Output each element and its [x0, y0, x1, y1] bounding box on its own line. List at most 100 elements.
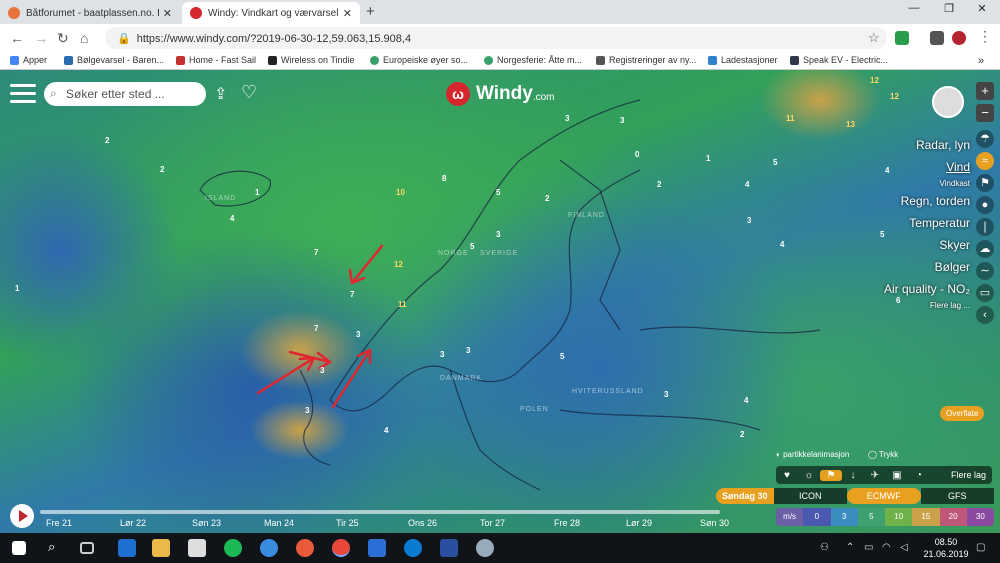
altitude-surface-badge[interactable]: Overflate: [940, 406, 985, 421]
tab-windy[interactable]: Windy: Vindkart og værvarsel ✕: [182, 2, 360, 24]
radar-icon[interactable]: ☂: [976, 130, 994, 148]
favorite-heart-icon[interactable]: ♥: [776, 470, 798, 481]
timeline-day[interactable]: Søn 23: [192, 518, 221, 528]
forward-icon[interactable]: →: [34, 30, 48, 46]
layer-radar[interactable]: Radar, lyn: [884, 134, 970, 156]
home-icon[interactable]: ⌂: [80, 30, 88, 46]
pressure-toggle[interactable]: ◯ Trykk: [868, 450, 898, 459]
cloud-icon[interactable]: ☁: [976, 240, 994, 258]
chrome-icon[interactable]: [332, 539, 350, 557]
volume-icon[interactable]: ◁: [900, 542, 908, 553]
bookmark-item[interactable]: Speak EV - Electric...: [790, 55, 888, 65]
zoom-in-button[interactable]: +: [976, 82, 994, 100]
temperature-icon[interactable]: ↓: [842, 470, 864, 481]
back-icon[interactable]: ←: [10, 30, 24, 46]
layer-temperature[interactable]: Temperatur: [884, 212, 970, 234]
people-icon[interactable]: ⚇: [820, 542, 829, 553]
wind-map[interactable]: ISLAND NORGE SVERIGE FINLAND POLEN HVITE…: [0, 70, 1000, 533]
particle-animation-toggle[interactable]: ◐ partikkelanimasjon: [776, 450, 849, 459]
new-tab-button[interactable]: +: [366, 3, 375, 20]
bookmark-item[interactable]: Bølgevarsel - Baren...: [64, 55, 164, 65]
timeline-day[interactable]: Ons 26: [408, 518, 437, 528]
battery-icon[interactable]: ▭: [864, 542, 873, 553]
zoom-out-button[interactable]: −: [976, 104, 994, 122]
rain-drop-icon[interactable]: ●: [976, 196, 994, 214]
timeline-day[interactable]: Fre 21: [46, 518, 72, 528]
car-icon[interactable]: ▭: [976, 284, 994, 302]
menu-hamburger-icon[interactable]: [10, 84, 36, 104]
docs-icon[interactable]: [368, 539, 386, 557]
url-field[interactable]: 🔒 https://www.windy.com/?2019-06-30-12,59…: [105, 27, 887, 49]
more-bookmarks-icon[interactable]: »: [978, 55, 984, 67]
wind-speed-legend[interactable]: m/s 0 3 5 10 15 20 30: [776, 508, 994, 526]
close-tab-icon[interactable]: ✕: [343, 7, 352, 20]
notifications-icon[interactable]: ▢: [976, 542, 985, 553]
timeline-day[interactable]: Man 24: [264, 518, 294, 528]
layer-clouds[interactable]: Skyer: [884, 234, 970, 256]
bookmark-item[interactable]: Norgesferie: Åtte m...: [484, 55, 582, 65]
model-icon-button[interactable]: ICON: [773, 488, 848, 504]
more-layers-link[interactable]: Flere lag: [930, 470, 992, 480]
task-view-icon[interactable]: [80, 542, 94, 554]
reload-icon[interactable]: ↻: [57, 30, 69, 47]
model-ecmwf-button[interactable]: ECMWF: [847, 488, 921, 504]
edge-icon[interactable]: [118, 539, 136, 557]
app-icon[interactable]: [260, 539, 278, 557]
bookmark-item[interactable]: Wireless on Tindie: [268, 55, 355, 65]
weather-icon[interactable]: ☼: [798, 470, 820, 481]
bookmark-item[interactable]: Home - Fast Sail: [176, 55, 256, 65]
timeline-day[interactable]: Søn 30: [700, 518, 729, 528]
flag-wind-icon[interactable]: ⚑: [820, 469, 842, 481]
tab-batforumet[interactable]: Båtforumet - baatplassen.no. Din... ✕: [0, 2, 180, 24]
timeline-day[interactable]: Fre 28: [554, 518, 580, 528]
windows-start-icon[interactable]: [12, 541, 26, 555]
profile-icon[interactable]: [952, 31, 966, 45]
spotify-icon[interactable]: [224, 539, 242, 557]
waves-icon[interactable]: ∼: [976, 262, 994, 280]
user-avatar[interactable]: [932, 86, 964, 118]
wind-icon[interactable]: ≈: [976, 152, 994, 170]
location-search-input[interactable]: ⌕ Søker etter sted ...: [44, 82, 206, 106]
file-explorer-icon[interactable]: [152, 539, 170, 557]
signal-icon[interactable]: ◔: [908, 470, 930, 481]
model-gfs-button[interactable]: GFS: [920, 488, 995, 504]
close-tab-icon[interactable]: ✕: [163, 7, 172, 20]
app-icon[interactable]: [440, 539, 458, 557]
layer-rain[interactable]: Regn, torden: [884, 190, 970, 212]
search-icon[interactable]: ⌕: [48, 539, 66, 557]
layer-waves[interactable]: Bølger: [884, 256, 970, 278]
layer-more[interactable]: Flere lag ...: [884, 300, 970, 312]
timeline-day[interactable]: Tor 27: [480, 518, 505, 528]
gust-flag-icon[interactable]: ⚑: [976, 174, 994, 192]
cast-icon[interactable]: [930, 31, 944, 45]
wifi-icon[interactable]: ◠: [882, 542, 891, 553]
notepad-icon[interactable]: [188, 539, 206, 557]
timeline-day[interactable]: Lør 22: [120, 518, 146, 528]
flight-icon[interactable]: ✈: [864, 470, 886, 481]
favorites-heart-icon[interactable]: ♡: [241, 82, 257, 103]
layer-air-quality[interactable]: Air quality - NO₂: [884, 278, 970, 300]
tray-chevron-icon[interactable]: ⌃: [846, 542, 854, 553]
play-button[interactable]: [10, 504, 34, 528]
share-icon[interactable]: ⇪: [214, 84, 227, 104]
collapse-chevron-icon[interactable]: ‹: [976, 306, 994, 324]
bookmark-item[interactable]: Ladestasjoner: [708, 55, 778, 65]
bookmark-item[interactable]: Registreringer av ny...: [596, 55, 696, 65]
menu-dots-icon[interactable]: ⋮: [978, 28, 992, 45]
thermometer-icon[interactable]: ❘: [976, 218, 994, 236]
maximize-icon[interactable]: ❐: [935, 2, 963, 15]
bookmark-apps[interactable]: Apper: [10, 55, 47, 65]
timeline-track[interactable]: [40, 510, 720, 514]
bookmark-item[interactable]: Europeiske øyer so...: [370, 55, 468, 65]
layer-gusts[interactable]: Vindkast: [884, 178, 970, 190]
minimize-icon[interactable]: —: [900, 2, 928, 14]
paint-icon[interactable]: [476, 539, 494, 557]
camera-icon[interactable]: ▣: [886, 470, 908, 481]
windy-logo[interactable]: ω Windy .com: [446, 82, 555, 106]
system-clock[interactable]: 08.50 21.06.2019: [916, 536, 976, 560]
drive-extension-icon[interactable]: [895, 31, 909, 45]
timeline-day[interactable]: Tir 25: [336, 518, 359, 528]
layer-wind[interactable]: Vind: [884, 156, 970, 178]
bookmark-star-icon[interactable]: ☆: [868, 30, 880, 46]
close-window-icon[interactable]: ✕: [968, 2, 996, 15]
